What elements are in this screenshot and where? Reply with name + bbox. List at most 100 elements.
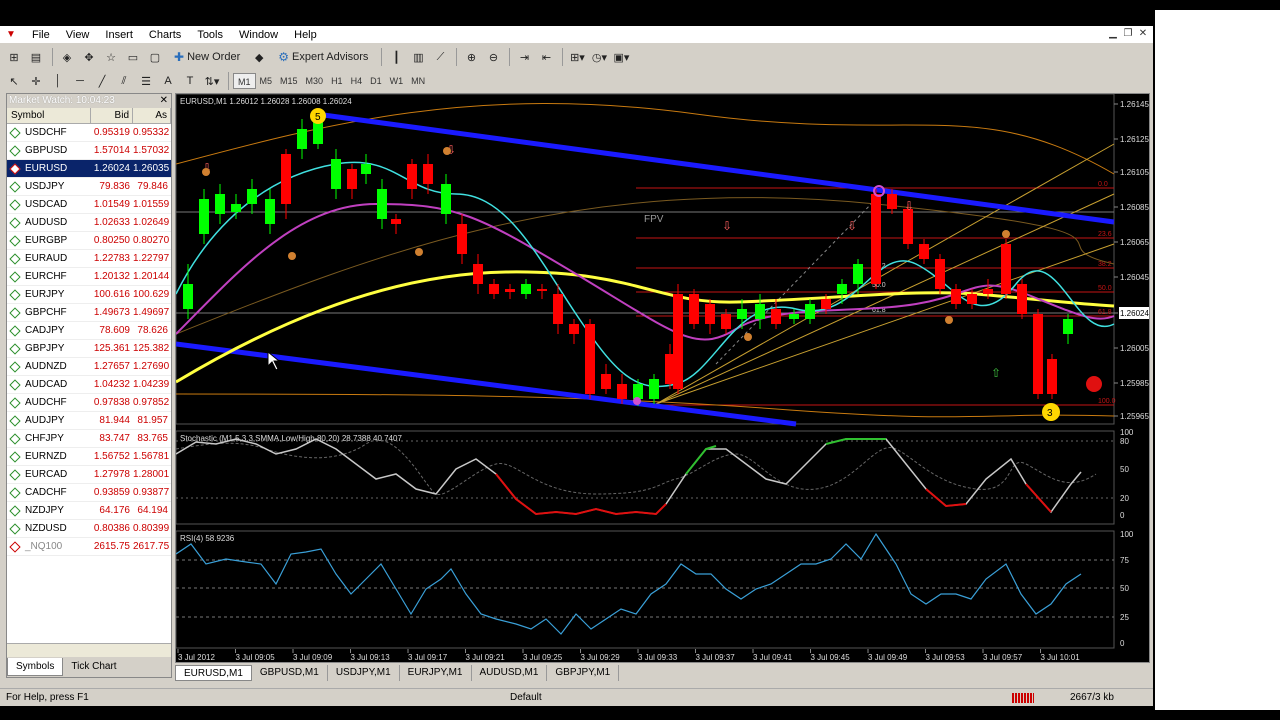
market-watch-row[interactable]: AUDCAD 1.04232 1.04239 (7, 376, 171, 394)
market-watch-row[interactable]: EURCAD 1.27978 1.28001 (7, 466, 171, 484)
chart-canvas[interactable]: 1.26145 1.26125 1.26105 1.26085 1.26065 1.260… (176, 94, 1150, 663)
indicators-icon[interactable]: ⊞▾ (567, 47, 587, 67)
timeframe-h4[interactable]: H4 (347, 73, 367, 89)
minimize-icon[interactable]: ▁ (1107, 28, 1119, 40)
timeframe-w1[interactable]: W1 (386, 73, 408, 89)
market-watch-row[interactable]: GBPUSD 1.57014 1.57032 (7, 142, 171, 160)
arrows-icon[interactable]: ⇅▾ (202, 71, 222, 91)
profiles-icon[interactable]: ▤ (26, 47, 46, 67)
fibonacci-icon[interactable]: ☰ (136, 71, 156, 91)
timeframe-m15[interactable]: M15 (276, 73, 302, 89)
text-label-icon[interactable]: T (180, 71, 200, 91)
market-watch-row[interactable]: AUDNZD 1.27657 1.27690 (7, 358, 171, 376)
market-watch-row[interactable]: NZDJPY 64.176 64.194 (7, 502, 171, 520)
candle-body (377, 189, 387, 219)
market-watch-row[interactable]: AUDJPY 81.944 81.957 (7, 412, 171, 430)
chart-shift-icon[interactable]: ⇤ (536, 47, 556, 67)
templates-icon[interactable]: ▣▾ (611, 47, 631, 67)
crosshair-icon[interactable]: ✛ (26, 71, 46, 91)
market-watch-row[interactable]: NZDUSD 0.80386 0.80399 (7, 520, 171, 538)
tab-eurjpy[interactable]: EURJPY,M1 (400, 665, 472, 681)
zoom-out-icon[interactable]: ⊖ (483, 47, 503, 67)
new-order-button[interactable]: ✚ New Order (167, 47, 247, 67)
periods-icon[interactable]: ◷▾ (589, 47, 609, 67)
new-chart-icon[interactable]: ⊞ (4, 47, 24, 67)
horizontal-line-icon[interactable]: ─ (70, 71, 90, 91)
strategy-tester-icon[interactable]: ▢ (145, 47, 165, 67)
market-watch-row[interactable]: EURJPY 100.616 100.629 (7, 286, 171, 304)
text-icon[interactable]: A (158, 71, 178, 91)
market-watch-row[interactable]: GBPJPY 125.361 125.382 (7, 340, 171, 358)
tab-audusd[interactable]: AUDUSD,M1 (472, 665, 548, 681)
timeframe-m1[interactable]: M1 (233, 73, 256, 89)
tab-gbpusd[interactable]: GBPUSD,M1 (252, 665, 328, 681)
menu-window[interactable]: Window (231, 26, 286, 44)
timeframe-m30[interactable]: M30 (302, 73, 328, 89)
metaeditor-icon[interactable]: ◆ (249, 47, 269, 67)
menu-insert[interactable]: Insert (97, 26, 141, 44)
symbol-diamond-icon (9, 414, 21, 427)
zoom-in-icon[interactable]: ⊕ (461, 47, 481, 67)
market-watch-row[interactable]: CHFJPY 83.747 83.765 (7, 430, 171, 448)
market-watch-row[interactable]: AUDUSD 1.02633 1.02649 (7, 214, 171, 232)
col-ask[interactable]: As (133, 108, 171, 123)
menu-tools[interactable]: Tools (189, 26, 231, 44)
bar-chart-icon[interactable]: ┃ (386, 47, 406, 67)
timeframe-m5[interactable]: M5 (256, 73, 277, 89)
terminal-icon[interactable]: ▭ (123, 47, 143, 67)
tab-tick-chart[interactable]: Tick Chart (63, 658, 124, 676)
market-watch-row[interactable]: USDJPY 79.836 79.846 (7, 178, 171, 196)
vertical-line-icon[interactable]: │ (48, 71, 68, 91)
status-traffic: 2667/3 kb (1070, 692, 1114, 703)
cursor-icon[interactable]: ↖ (4, 71, 24, 91)
menu-charts[interactable]: Charts (141, 26, 189, 44)
restore-icon[interactable]: ❐ (1122, 28, 1134, 40)
tab-eurusd[interactable]: EURUSD,M1 (175, 665, 252, 681)
chart-window[interactable]: 1.26145 1.26125 1.26105 1.26085 1.26065 1.260… (175, 93, 1150, 663)
tab-gbpjpy[interactable]: GBPJPY,M1 (547, 665, 620, 681)
data-window-icon[interactable]: ✥ (79, 47, 99, 67)
channel-icon[interactable]: ⫽ (114, 71, 134, 91)
market-watch-row[interactable]: _NQ100 2615.75 2617.75 (7, 538, 171, 556)
col-symbol[interactable]: Symbol (7, 108, 91, 123)
tab-symbols[interactable]: Symbols (7, 658, 64, 676)
menu-file[interactable]: File (24, 26, 58, 44)
symbol-name: NZDUSD (25, 523, 67, 534)
timeframe-h1[interactable]: H1 (327, 73, 347, 89)
moving-average-cyan (176, 161, 1115, 388)
close-icon[interactable]: ✕ (1137, 28, 1149, 40)
market-watch-row[interactable]: CADCHF 0.93859 0.93877 (7, 484, 171, 502)
candlestick-icon[interactable]: ▥ (408, 47, 428, 67)
market-watch-row[interactable]: GBPCHF 1.49673 1.49697 (7, 304, 171, 322)
market-watch-row[interactable]: EURCHF 1.20132 1.20144 (7, 268, 171, 286)
candle-body (457, 224, 467, 254)
close-icon[interactable]: ✕ (160, 94, 168, 108)
market-watch-row[interactable]: USDCAD 1.01549 1.01559 (7, 196, 171, 214)
navigator-icon[interactable]: ☆ (101, 47, 121, 67)
market-watch-row[interactable]: CADJPY 78.609 78.626 (7, 322, 171, 340)
expert-advisors-button[interactable]: ⚙ Expert Advisors (271, 47, 375, 67)
market-watch-title-bar[interactable]: Market Watch: 10:04:23 ✕ (7, 94, 171, 108)
market-watch-row[interactable]: EURGBP 0.80250 0.80270 (7, 232, 171, 250)
timeframe-d1[interactable]: D1 (366, 73, 386, 89)
horizontal-scrollbar[interactable] (7, 643, 171, 657)
market-watch-row[interactable]: EURAUD 1.22783 1.22797 (7, 250, 171, 268)
col-bid[interactable]: Bid (91, 108, 133, 123)
market-watch-row[interactable]: EURUSD 1.26024 1.26035 (7, 160, 171, 178)
trendline-icon[interactable]: ╱ (92, 71, 112, 91)
bid-cell: 1.27978 (93, 469, 130, 480)
market-watch-row[interactable]: EURNZD 1.56752 1.56781 (7, 448, 171, 466)
tab-usdjpy[interactable]: USDJPY,M1 (328, 665, 400, 681)
menu-view[interactable]: View (58, 26, 98, 44)
line-chart-icon[interactable]: ⟋ (430, 47, 450, 67)
auto-scroll-icon[interactable]: ⇥ (514, 47, 534, 67)
drawing-toolbar: ↖ ✛ │ ─ ╱ ⫽ ☰ A T ⇅▾ M1 M5 M15 M30 H1 H4… (0, 69, 1153, 93)
market-watch-row[interactable]: USDCHF 0.95319 0.95332 (7, 124, 171, 142)
price-label: 1.26024 (1120, 309, 1149, 318)
market-watch-row[interactable]: AUDCHF 0.97838 0.97852 (7, 394, 171, 412)
symbol-name: EURJPY (25, 289, 65, 300)
timeframe-mn[interactable]: MN (407, 73, 429, 89)
menu-help[interactable]: Help (286, 26, 325, 44)
market-watch-icon[interactable]: ◈ (57, 47, 77, 67)
ask-cell: 0.95332 (133, 127, 170, 138)
